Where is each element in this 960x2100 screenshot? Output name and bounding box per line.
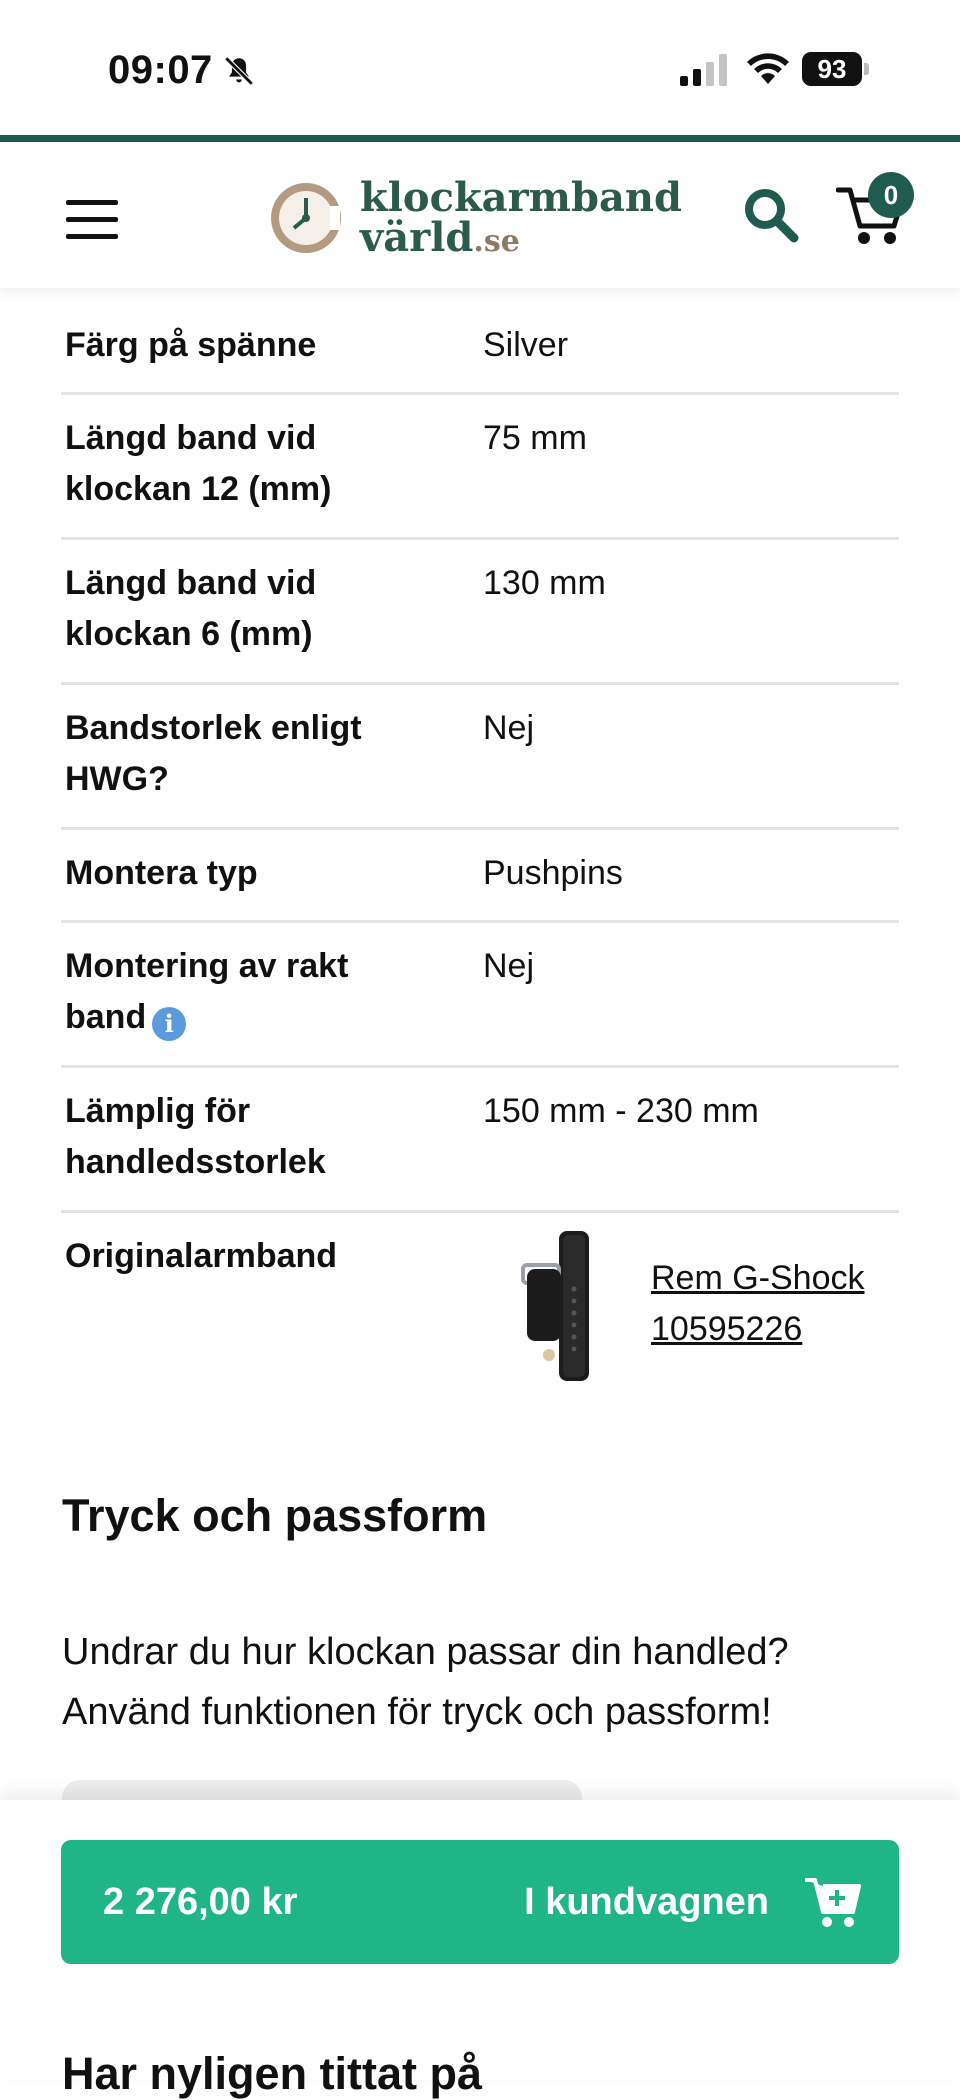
info-icon[interactable]: i: [152, 1007, 187, 1041]
spec-label: Originalarmband: [65, 1237, 338, 1275]
spec-row: Färg på spänne Silver: [61, 300, 899, 392]
add-to-cart-button[interactable]: 2 276,00 kr I kundvagnen: [61, 1840, 899, 1964]
spec-row: Montering av rakt band i Nej: [61, 920, 899, 1065]
spec-label: Färg på spänne: [65, 326, 317, 364]
logo-text-line2: värld.se: [360, 214, 520, 261]
battery-level: 93: [802, 52, 862, 86]
search-icon[interactable]: [742, 186, 800, 244]
bell-slash-icon: [224, 56, 254, 86]
clock-logo-icon: [271, 183, 341, 253]
spec-row: Originalarmband Rem G-Shock 10595226: [61, 1210, 899, 1403]
spec-label: Bandstorlek enligt HWG?: [65, 709, 362, 798]
spec-label: Lämplig för handledsstorlek: [65, 1092, 326, 1181]
spec-row: Lämplig för handledsstorlek 150 mm - 230…: [61, 1065, 899, 1210]
status-time: 09:07: [108, 48, 213, 92]
add-to-cart-label: I kundvagnen: [524, 1881, 769, 1923]
site-header: klockarmband värld.se 0: [0, 142, 960, 288]
spec-label: Längd band vid klockan 12 (mm): [65, 419, 332, 508]
logo-tld: .se: [473, 224, 520, 259]
spec-label-with-info: Montering av rakt band i: [65, 941, 435, 1043]
header-accent-line: [0, 135, 960, 142]
product-specs-table: Färg på spänne Silver Längd band vid klo…: [61, 300, 899, 1403]
spec-value: Silver: [483, 326, 569, 364]
spec-row: Montera typ Pushpins: [61, 827, 899, 920]
section-title-fit: Tryck och passform: [62, 1490, 488, 1541]
watch-strap-thumbnail[interactable]: [515, 1231, 635, 1381]
wifi-icon: [747, 53, 789, 84]
product-price: 2 276,00 kr: [103, 1881, 298, 1923]
spec-row: Längd band vid klockan 6 (mm) 130 mm: [61, 537, 899, 682]
section-text-fit: Undrar du hur klockan passar din handled…: [62, 1631, 789, 1733]
site-logo[interactable]: klockarmband värld.se: [268, 174, 688, 262]
spec-row: Längd band vid klockan 12 (mm) 75 mm: [61, 392, 899, 537]
spec-value: Pushpins: [483, 854, 623, 892]
spec-label: Längd band vid klockan 6 (mm): [65, 564, 317, 653]
spec-value: Nej: [483, 709, 535, 747]
menu-button[interactable]: [66, 200, 118, 240]
spec-value: 75 mm: [483, 419, 587, 457]
cart-count-badge[interactable]: 0: [868, 172, 914, 218]
spec-value: Nej: [483, 947, 535, 985]
spec-label: Montera typ: [65, 854, 258, 892]
sticky-buy-bar: 2 276,00 kr I kundvagnen Har nyligen tit…: [0, 1800, 960, 2099]
status-bar: 09:07 93: [0, 0, 960, 135]
original-strap-link[interactable]: Rem G-Shock 10595226: [651, 1253, 911, 1355]
hamburger-menu-icon: [66, 200, 118, 205]
spec-row: Bandstorlek enligt HWG? Nej: [61, 682, 899, 827]
cellular-signal-icon: [680, 54, 727, 86]
spec-value: 130 mm: [483, 564, 606, 602]
section-title-recent: Har nyligen tittat på: [62, 2048, 483, 2099]
spec-value: 150 mm - 230 mm: [483, 1092, 759, 1130]
battery-icon: 93: [802, 52, 870, 86]
cart-plus-icon: [805, 1878, 861, 1927]
